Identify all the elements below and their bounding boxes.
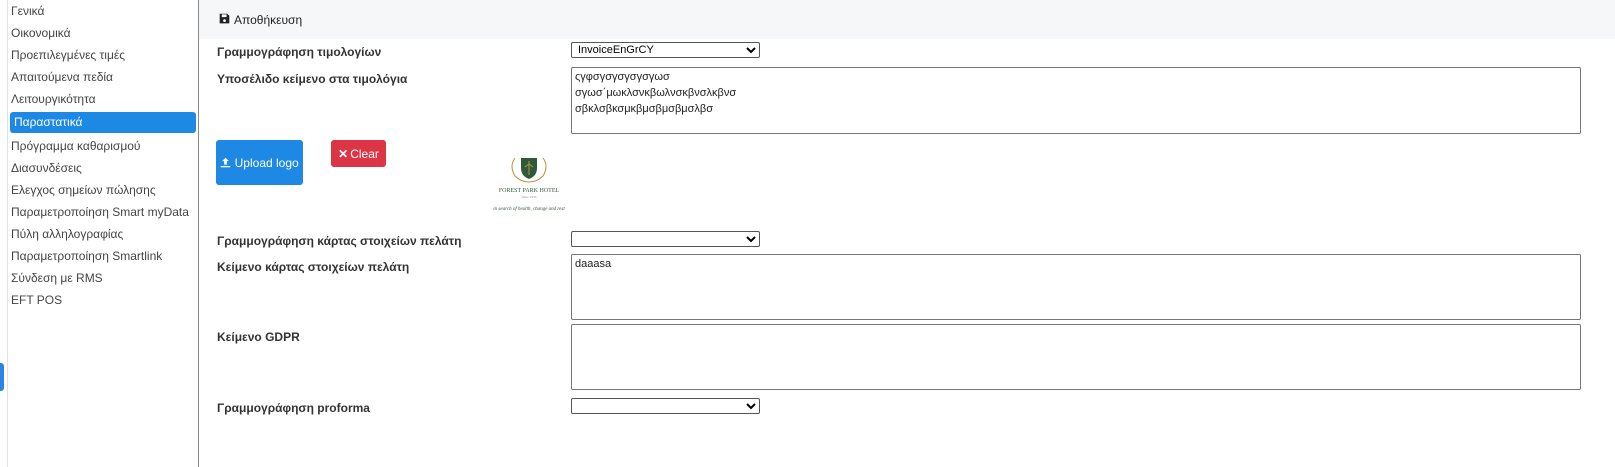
customer-card-layout-select[interactable] <box>571 231 760 247</box>
toolbar: Αποθήκευση <box>199 0 1615 39</box>
sidebar-item-integrations[interactable]: Διασυνδέσεις <box>8 157 198 179</box>
sidebar-item-mail-gateway[interactable]: Πύλη αλληλογραφίας <box>8 223 198 245</box>
gdpr-text-label: Κείμενο GDPR <box>217 330 300 344</box>
left-edge-strip <box>0 0 8 467</box>
invoice-layout-select[interactable]: InvoiceEnGrCY <box>571 42 760 58</box>
save-button[interactable]: Αποθήκευση <box>219 13 302 27</box>
sidebar-item-smartlink[interactable]: Παραμετροποίηση Smartlink <box>8 245 198 267</box>
sidebar-item-documents[interactable]: Παραστατικά <box>10 112 196 133</box>
hotel-logo: FOREST PARK HOTEL since 1935 in search o… <box>479 152 579 218</box>
invoice-footer-label: Υποσέλιδο κείμενο στα τιμολόγια <box>217 72 408 86</box>
clear-logo-button[interactable]: ✕ Clear <box>331 140 386 167</box>
sidebar-item-financial[interactable]: Οικονομικά <box>8 22 198 44</box>
sidebar-item-general[interactable]: Γενικά <box>8 0 198 22</box>
svg-text:since 1935: since 1935 <box>521 195 536 199</box>
gdpr-textarea[interactable] <box>571 324 1581 390</box>
upload-logo-button[interactable]: Upload logo <box>216 140 303 185</box>
clear-button-label: Clear <box>350 146 379 161</box>
sidebar-menu: Γενικά Οικονομικά Προεπιλεγμένες τιμές Α… <box>8 0 198 311</box>
sidebar-item-default-values[interactable]: Προεπιλεγμένες τιμές <box>8 44 198 66</box>
sidebar-item-smart-mydata[interactable]: Παραμετροποίηση Smart myData <box>8 201 198 223</box>
sidebar-item-eft-pos[interactable]: EFT POS <box>8 289 198 311</box>
proforma-layout-select[interactable] <box>571 398 760 414</box>
sidebar-item-functionality[interactable]: Λειτουργικότητα <box>8 88 198 110</box>
customer-card-layout-label: Γραμμογράφηση κάρτας στοιχείων πελάτη <box>217 234 462 248</box>
svg-text:FOREST PARK HOTEL: FOREST PARK HOTEL <box>499 188 560 194</box>
sidebar-item-required-fields[interactable]: Απαιτούμενα πεδία <box>8 66 198 88</box>
invoice-footer-textarea[interactable] <box>571 67 1581 134</box>
documents-settings-panel: Αποθήκευση Γραμμογράφηση τιμολογίων Invo… <box>199 0 1615 467</box>
proforma-layout-label: Γραμμογράφηση proforma <box>217 401 370 415</box>
floppy-disk-icon <box>219 13 230 27</box>
save-button-label: Αποθήκευση <box>234 12 303 27</box>
settings-sidebar: Γενικά Οικονομικά Προεπιλεγμένες τιμές Α… <box>8 0 199 467</box>
collapse-sidebar-handle[interactable] <box>0 363 4 391</box>
customer-card-text-label: Κείμενο κάρτας στοιχείων πελάτη <box>217 260 410 274</box>
sidebar-item-cleaning-schedule[interactable]: Πρόγραμμα καθαρισμού <box>8 135 198 157</box>
svg-text:in search of health, change an: in search of health, change and rest <box>493 207 565 212</box>
sidebar-item-rms[interactable]: Σύνδεση με RMS <box>8 267 198 289</box>
invoice-layout-label: Γραμμογράφηση τιμολογίων <box>217 45 382 59</box>
customer-card-textarea[interactable] <box>571 254 1581 320</box>
x-icon: ✕ <box>338 146 349 161</box>
upload-icon <box>220 156 234 170</box>
upload-logo-label: Upload logo <box>234 155 299 170</box>
sidebar-item-pos-control[interactable]: Ελεγχος σημείων πώλησης <box>8 179 198 201</box>
